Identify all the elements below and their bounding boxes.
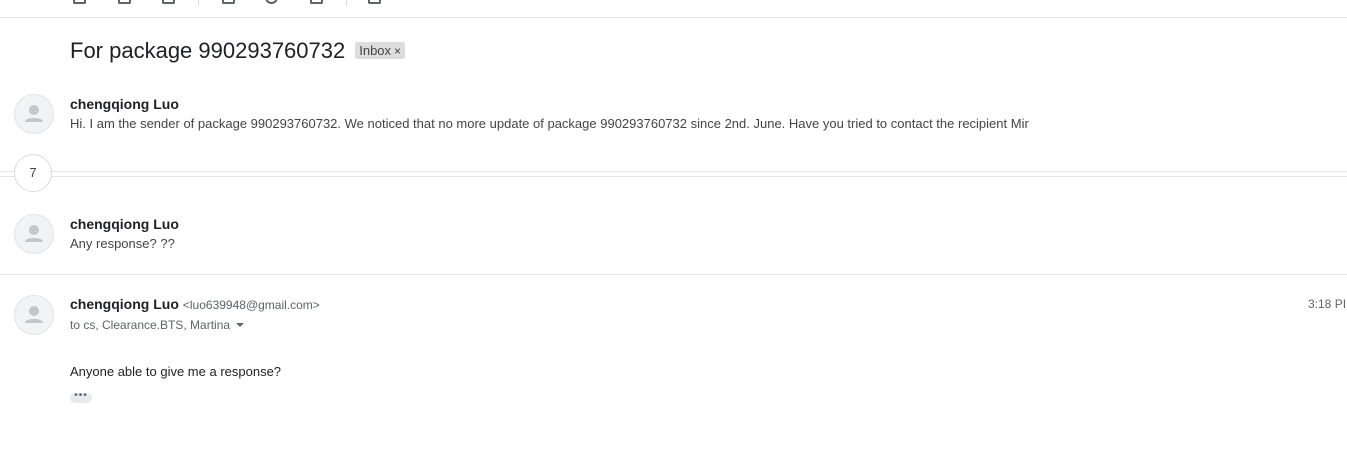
archive-icon[interactable] xyxy=(73,0,86,4)
recipients-text: to cs, Clearance.BTS, Martina xyxy=(70,318,231,332)
message-snippet[interactable]: Hi. I am the sender of package 990293760… xyxy=(70,116,1029,131)
mark-unread-icon[interactable] xyxy=(222,0,235,4)
subject-text: For package 990293760732 xyxy=(70,38,346,63)
message-time: 3:18 PI xyxy=(1308,297,1347,311)
sender-email: <luo639948@gmail.com> xyxy=(182,298,320,312)
more-options-icon[interactable] xyxy=(455,0,461,4)
avatar xyxy=(14,94,54,134)
report-spam-icon[interactable] xyxy=(118,0,131,4)
move-to-icon[interactable] xyxy=(368,0,381,4)
snooze-icon[interactable] xyxy=(265,0,278,4)
person-icon xyxy=(25,105,43,122)
inbox-label: Inbox × xyxy=(355,42,406,59)
person-icon xyxy=(25,225,43,242)
back-icon[interactable] xyxy=(20,0,28,4)
sender-name[interactable]: chengqiong Luo xyxy=(70,296,179,312)
message-body: Anyone able to give me a response? xyxy=(70,364,282,379)
avatar xyxy=(14,295,54,335)
add-to-tasks-icon[interactable] xyxy=(310,0,323,4)
sender-line: chengqiong Luo <luo639948@gmail.com> xyxy=(70,296,320,312)
collapsed-divider xyxy=(0,171,1347,172)
delete-icon[interactable] xyxy=(162,0,175,4)
recipients-line[interactable]: to cs, Clearance.BTS, Martina xyxy=(70,318,245,332)
thread-subject: For package 990293760732 Inbox × xyxy=(70,38,406,64)
collapsed-messages-count[interactable]: 7 xyxy=(14,154,52,192)
person-icon xyxy=(25,306,43,323)
inbox-label-text: Inbox xyxy=(359,43,392,58)
remove-label-icon[interactable]: × xyxy=(394,44,401,58)
message-divider xyxy=(0,274,1347,275)
collapsed-divider xyxy=(0,176,1347,177)
sender-name[interactable]: chengqiong Luo xyxy=(70,216,179,232)
chevron-down-icon[interactable] xyxy=(236,323,245,327)
show-trimmed-content-button[interactable]: ••• xyxy=(70,391,92,403)
toolbar xyxy=(0,0,1347,18)
toolbar-separator xyxy=(346,0,347,6)
message-snippet[interactable]: Any response? ?? xyxy=(70,236,175,251)
sender-name[interactable]: chengqiong Luo xyxy=(70,96,179,112)
toolbar-separator xyxy=(198,0,199,6)
avatar xyxy=(14,214,54,254)
